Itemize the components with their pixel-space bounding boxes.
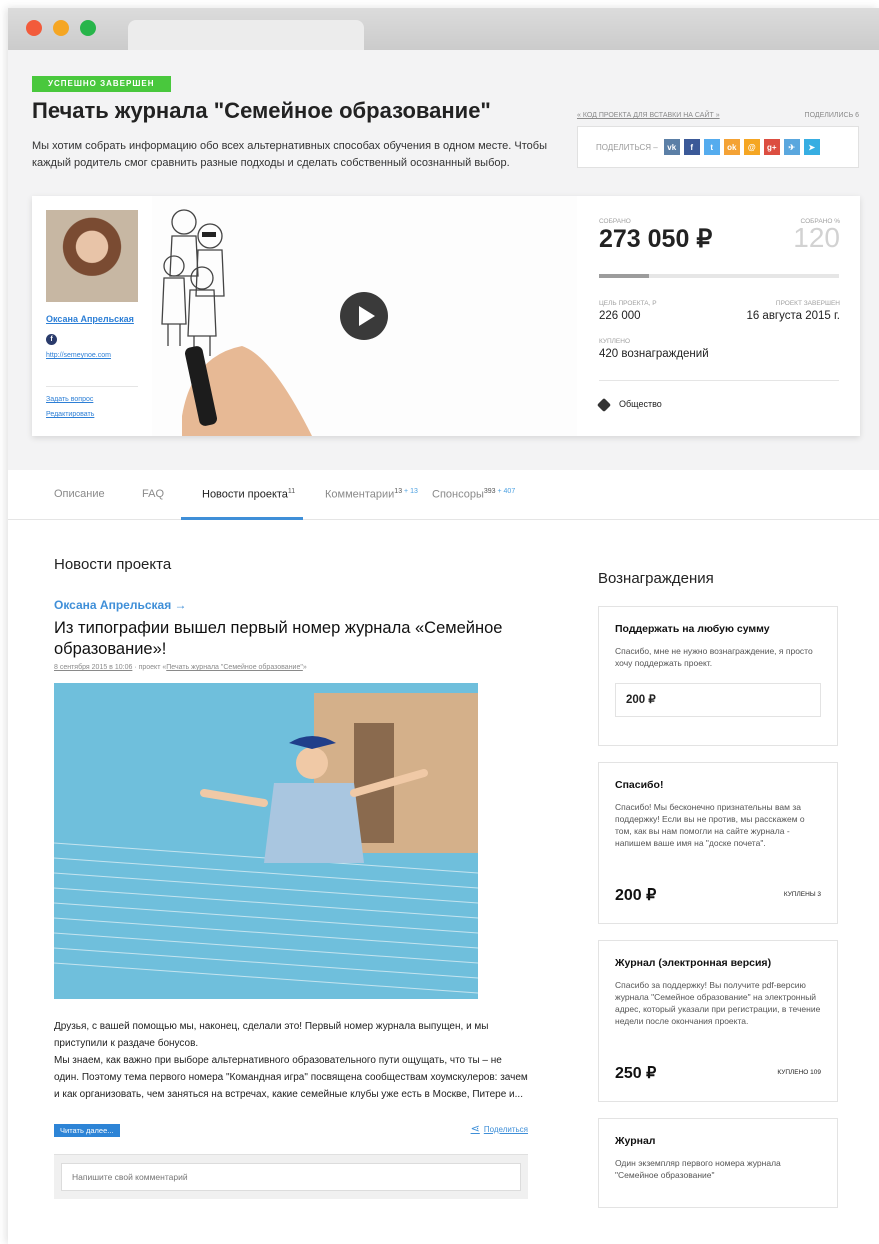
- status-badge: УСПЕШНО ЗАВЕРШЕН: [32, 76, 171, 92]
- comments-count: 13: [394, 488, 403, 495]
- comment-input[interactable]: [61, 1163, 521, 1191]
- goal-value: 226 000: [599, 310, 641, 322]
- share-label: ПОДЕЛИТЬСЯ –: [596, 142, 658, 152]
- video-player[interactable]: [152, 196, 577, 436]
- ask-question-link[interactable]: Задать вопрос: [46, 396, 93, 403]
- facebook-icon[interactable]: f: [46, 334, 57, 345]
- finished-date: 16 августа 2015 г.: [746, 310, 840, 322]
- project-tabs: Описание FAQ Новости проекта11 Комментар…: [8, 470, 879, 520]
- post-date-link[interactable]: 8 сентября 2015 в 10:06: [54, 664, 132, 671]
- reward-price: 200 ₽: [615, 887, 657, 904]
- share-panel: ПОДЕЛИТЬСЯ – vk f t ok @ g+ ✈ ➤: [577, 126, 859, 168]
- share-icon: ⋖: [470, 1123, 480, 1135]
- reward-sold-count: КУПЛЕНЫ 3: [783, 891, 821, 898]
- page-title: Печать журнала "Семейное образование": [32, 98, 491, 123]
- project-header: УСПЕШНО ЗАВЕРШЕН Печать журнала "Семейно…: [8, 50, 879, 470]
- divider: [599, 380, 839, 381]
- sponsors-count: 393: [483, 488, 496, 495]
- divider: [46, 386, 138, 387]
- close-window-button[interactable]: [26, 20, 42, 36]
- reward-price: 250 ₽: [615, 1065, 657, 1082]
- reward-description: Спасибо! Мы бесконечно признательны вам …: [615, 802, 805, 848]
- bought-value: 420 вознаграждений: [599, 348, 709, 360]
- google-plus-icon[interactable]: g+: [763, 139, 780, 155]
- edit-link[interactable]: Редактировать: [46, 411, 94, 418]
- telegram-icon[interactable]: ➤: [803, 139, 820, 155]
- news-count: 11: [287, 488, 296, 495]
- magazine-photo: [54, 683, 478, 999]
- reward-title: Спасибо!: [615, 779, 664, 791]
- mail-icon[interactable]: @: [743, 139, 760, 155]
- project-card: Оксана Апрельская f http://semeynoe.com …: [32, 196, 860, 436]
- rewards-sidebar: Вознаграждения Поддержать на любую сумму…: [598, 570, 838, 1208]
- avatar[interactable]: [46, 210, 138, 302]
- comments-new-count: + 13: [404, 488, 418, 495]
- reward-card[interactable]: Журнал Один экземпляр первого номера жур…: [598, 1118, 838, 1208]
- reward-card[interactable]: Журнал (электронная версия) Спасибо за п…: [598, 940, 838, 1102]
- read-more-button[interactable]: Читать далее...: [54, 1124, 120, 1137]
- bought-label: КУПЛЕНО: [599, 338, 631, 345]
- section-heading: Новости проекта: [54, 556, 172, 573]
- post-meta: 8 сентября 2015 в 10:06 · проект «Печать…: [54, 664, 307, 671]
- tab-description[interactable]: Описание: [54, 488, 105, 500]
- window-titlebar: [8, 8, 879, 50]
- reward-title: Журнал: [615, 1135, 656, 1147]
- meta-separator: · проект «: [134, 664, 167, 671]
- post-paragraph: Друзья, с вашей помощью мы, наконец, сде…: [54, 1021, 489, 1049]
- progress-fill: [599, 274, 650, 278]
- tag-icon: [596, 397, 612, 413]
- tab-sponsors[interactable]: Спонсоры393 + 407: [432, 488, 515, 501]
- reward-card[interactable]: Спасибо! Спасибо! Мы бесконечно признате…: [598, 762, 838, 924]
- browser-window: УСПЕШНО ЗАВЕРШЕН Печать журнала "Семейно…: [8, 8, 879, 1244]
- share-count: ПОДЕЛИЛИСЬ 6: [804, 112, 859, 119]
- twitter-icon[interactable]: t: [703, 139, 720, 155]
- funding-stats: СОБРАНО 273 050 ₽ СОБРАНО % 120 ЦЕЛЬ ПРО…: [577, 196, 860, 436]
- rewards-heading: Вознаграждения: [598, 570, 714, 587]
- browser-tab[interactable]: [128, 20, 364, 50]
- facebook-icon[interactable]: f: [683, 139, 700, 155]
- author-column: Оксана Апрельская f http://semeynoe.com …: [32, 196, 152, 436]
- share-post-link[interactable]: ⋖ Поделиться: [471, 1122, 528, 1135]
- reward-description: Спасибо, мне не нужно вознаграждение, я …: [615, 646, 813, 668]
- reward-description: Спасибо за поддержку! Вы получите pdf-ве…: [615, 980, 821, 1026]
- reward-title: Журнал (электронная версия): [615, 957, 772, 969]
- news-section: Новости проекта Оксана Апрельская → Из т…: [54, 556, 528, 1199]
- reward-card[interactable]: Поддержать на любую сумму Спасибо, мне н…: [598, 606, 838, 746]
- comment-box: [54, 1154, 528, 1199]
- reward-description: Один экземпляр первого номера журнала "С…: [615, 1158, 781, 1180]
- post-title[interactable]: Из типографии вышел первый номер журнала…: [54, 618, 528, 660]
- post-project-link[interactable]: Печать журнала "Семейное образование": [166, 664, 303, 671]
- percent-value: 120: [793, 222, 840, 253]
- author-site-link[interactable]: http://semeynoe.com: [46, 352, 111, 359]
- author-name-link[interactable]: Оксана Апрельская: [46, 314, 134, 324]
- embed-code-link[interactable]: « КОД ПРОЕКТА ДЛЯ ВСТАВКИ НА САЙТ »: [577, 112, 720, 119]
- minimize-window-button[interactable]: [53, 20, 69, 36]
- reward-title: Поддержать на любую сумму: [615, 623, 770, 635]
- post-author-link[interactable]: Оксана Апрельская →: [54, 598, 187, 612]
- finished-label: ПРОЕКТ ЗАВЕРШЕН: [775, 300, 840, 307]
- vk-icon[interactable]: vk: [663, 139, 680, 155]
- odnoklassniki-icon[interactable]: ok: [723, 139, 740, 155]
- maximize-window-button[interactable]: [80, 20, 96, 36]
- category-tag[interactable]: Общество: [619, 399, 662, 409]
- tab-news[interactable]: Новости проекта11: [202, 488, 295, 501]
- reward-sold-count: КУПЛЕНО 109: [777, 1069, 821, 1076]
- raised-amount: 273 050 ₽: [599, 225, 713, 253]
- meta-end: »: [302, 664, 307, 671]
- play-button[interactable]: [340, 292, 388, 340]
- tab-faq[interactable]: FAQ: [142, 488, 164, 500]
- tab-comments[interactable]: Комментарии13 + 13: [325, 488, 418, 501]
- progress-bar: [599, 274, 839, 278]
- moi-krug-icon[interactable]: ✈: [783, 139, 800, 155]
- active-tab-indicator: [181, 517, 303, 520]
- amount-input[interactable]: 200 ₽: [615, 683, 821, 717]
- post-excerpt: Друзья, с вашей помощью мы, наконец, сде…: [54, 1018, 528, 1103]
- sponsors-new-count: + 407: [497, 488, 516, 495]
- post-image[interactable]: [54, 683, 478, 999]
- project-description: Мы хотим собрать информацию обо всех аль…: [32, 140, 547, 169]
- goal-label: ЦЕЛЬ ПРОЕКТА, Р: [599, 300, 657, 307]
- post-paragraph: Мы знаем, как важно при выборе альтернат…: [54, 1055, 528, 1100]
